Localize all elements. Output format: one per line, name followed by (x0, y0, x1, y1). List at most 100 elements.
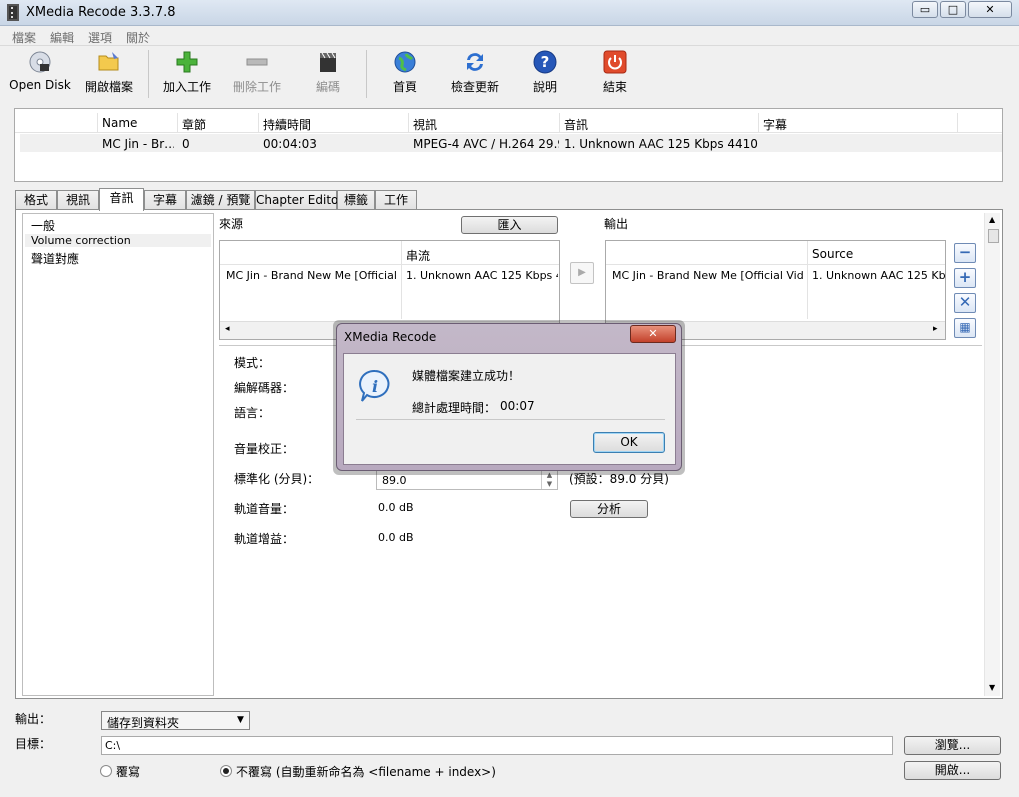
add-stream-button[interactable]: + (954, 268, 976, 288)
check-update-button[interactable]: 檢查更新 (444, 50, 506, 102)
toolbar-separator (366, 50, 367, 98)
overwrite-radio[interactable] (100, 765, 112, 777)
output-dropdown[interactable]: 儲存到資料夾 ▼ (101, 711, 250, 730)
toolbar: Open Disk 開啟檔案 加入工作 刪除工作 編碼 首頁 檢查更新 ? 說明… (0, 46, 1019, 104)
home-button[interactable]: 首頁 (378, 50, 432, 102)
track-gain-value: 0.0 dB (378, 531, 414, 544)
target-value: C:\ (105, 739, 121, 752)
analyze-button[interactable]: 分析 (570, 500, 648, 518)
encode-label: 編碼 (315, 80, 340, 94)
browse-button[interactable]: 瀏覽... (904, 736, 1001, 755)
track-volume-label: 軌道音量： (234, 502, 295, 516)
exit-button[interactable]: 結束 (590, 50, 640, 102)
tab-format[interactable]: 格式 (15, 190, 57, 210)
tab-jobs[interactable]: 工作 (375, 190, 417, 210)
scroll-thumb[interactable] (988, 229, 999, 243)
disc-icon (29, 51, 51, 73)
source-list-header (220, 241, 559, 265)
output-label: 輸出 (604, 217, 629, 231)
minimize-button[interactable]: ▭ (912, 1, 938, 18)
svg-text:?: ? (541, 53, 550, 71)
column-chapter[interactable]: 章節 (182, 116, 206, 133)
tab-subtitle[interactable]: 字幕 (144, 190, 186, 210)
normalize-value: 89.0 (382, 474, 407, 487)
help-button[interactable]: ? 說明 (520, 50, 570, 102)
overwrite-label: 覆寫 (116, 765, 141, 779)
minimize-icon: ▭ (919, 3, 931, 16)
dialog-message: 媒體檔案建立成功！ (412, 369, 521, 383)
open-file-label: 開啟檔案 (84, 80, 133, 94)
scroll-down-icon[interactable]: ▼ (989, 683, 995, 692)
import-button[interactable]: 匯入 (461, 216, 558, 234)
menu-about[interactable]: 關於 (126, 29, 150, 46)
close-button[interactable]: ✕ (968, 1, 1012, 18)
add-stream-arrow-button[interactable]: ▶ (570, 262, 594, 284)
list-item-volume-correction[interactable]: Volume correction (25, 234, 211, 247)
audio-section-list[interactable]: 一般 Volume correction 聲道對應 (22, 213, 214, 696)
column-duration[interactable]: 持續時間 (263, 116, 311, 133)
column-subtitle[interactable]: 字幕 (763, 116, 787, 133)
refresh-icon (467, 53, 483, 71)
minus-icon: − (958, 243, 972, 261)
success-dialog: XMedia Recode ✕ i 媒體檔案建立成功！ 總計處理時間： 00:0… (336, 323, 682, 471)
minus-icon (246, 58, 268, 66)
grid-icon: ▦ (959, 320, 971, 334)
panel-vscrollbar[interactable]: ▲ ▼ (984, 213, 1000, 696)
source-row-stream: 1. Unknown AAC 125 Kbps 441 (406, 269, 558, 282)
remove-stream-button[interactable]: − (954, 243, 976, 263)
no-overwrite-radio[interactable] (220, 765, 232, 777)
add-job-button[interactable]: 加入工作 (158, 50, 216, 102)
toolbar-separator (148, 50, 149, 98)
maximize-icon: □ (947, 3, 959, 16)
column-video[interactable]: 視訊 (413, 116, 437, 133)
folder-open-icon (98, 52, 119, 71)
app-icon (7, 4, 19, 21)
scroll-left-icon[interactable]: ◂ (225, 324, 230, 334)
job-audio: 1. Unknown AAC 125 Kbps 44100 H… (564, 137, 758, 151)
dialog-close-button[interactable]: ✕ (630, 325, 676, 343)
menu-file[interactable]: 檔案 (12, 29, 36, 46)
job-video: MPEG-4 AVC / H.264 29.9… (413, 137, 559, 151)
language-label: 語言： (234, 406, 271, 420)
ok-button[interactable]: OK (593, 432, 665, 453)
grid-button[interactable]: ▦ (954, 318, 976, 338)
encode-button[interactable]: 編碼 (300, 50, 356, 102)
title-bar: XMedia Recode 3.3.7.8 ▭ □ ✕ (0, 0, 1019, 26)
close-icon: ✕ (985, 3, 995, 16)
tab-tags[interactable]: 標籤 (337, 190, 375, 210)
source-label: 來源 (219, 217, 244, 231)
output-column-source[interactable]: Source (812, 247, 853, 261)
open-disk-button[interactable]: Open Disk (6, 50, 74, 102)
maximize-button[interactable]: □ (940, 1, 966, 18)
tab-video[interactable]: 視訊 (57, 190, 99, 210)
scroll-up-icon[interactable]: ▲ (989, 215, 995, 224)
plus-icon (176, 51, 198, 73)
tab-chapter-editor[interactable]: Chapter Editor (255, 190, 343, 210)
tab-filter-preview[interactable]: 濾鏡 / 預覽 (186, 190, 255, 210)
help-label: 說明 (532, 80, 557, 94)
delete-stream-button[interactable]: ✕ (954, 293, 976, 313)
check-update-label: 檢查更新 (450, 80, 499, 94)
home-label: 首頁 (392, 80, 417, 94)
column-name[interactable]: Name (102, 116, 137, 130)
dialog-title: XMedia Recode (344, 330, 437, 344)
column-audio[interactable]: 音訊 (564, 116, 588, 133)
table-row[interactable]: MC Jin - Br… 0 00:04:03 MPEG-4 AVC / H.2… (20, 134, 1002, 152)
output-row-stream: 1. Unknown AAC 125 Kbps (812, 269, 945, 282)
job-duration: 00:04:03 (263, 137, 317, 151)
tab-audio[interactable]: 音訊 (99, 188, 144, 211)
menu-edit[interactable]: 編輯 (50, 29, 74, 46)
menu-options[interactable]: 選項 (88, 29, 112, 46)
list-item-general[interactable]: 一般 (31, 217, 55, 234)
target-input[interactable]: C:\ (101, 736, 893, 755)
scroll-right-icon[interactable]: ▸ (933, 324, 938, 334)
volume-correction-label: 音量校正： (234, 442, 295, 456)
open-file-button[interactable]: 開啟檔案 (80, 50, 138, 102)
power-icon (603, 50, 627, 74)
output-row-name: MC Jin - Brand New Me [Official Video… (612, 269, 804, 282)
source-column-stream[interactable]: 串流 (406, 247, 430, 264)
open-folder-button[interactable]: 開啟... (904, 761, 1001, 780)
remove-job-button[interactable]: 刪除工作 (228, 50, 286, 102)
list-item-channel-mapping[interactable]: 聲道對應 (31, 250, 79, 267)
job-list[interactable]: Name 章節 持續時間 視訊 音訊 字幕 MC Jin - Br… 0 00:… (14, 108, 1003, 182)
